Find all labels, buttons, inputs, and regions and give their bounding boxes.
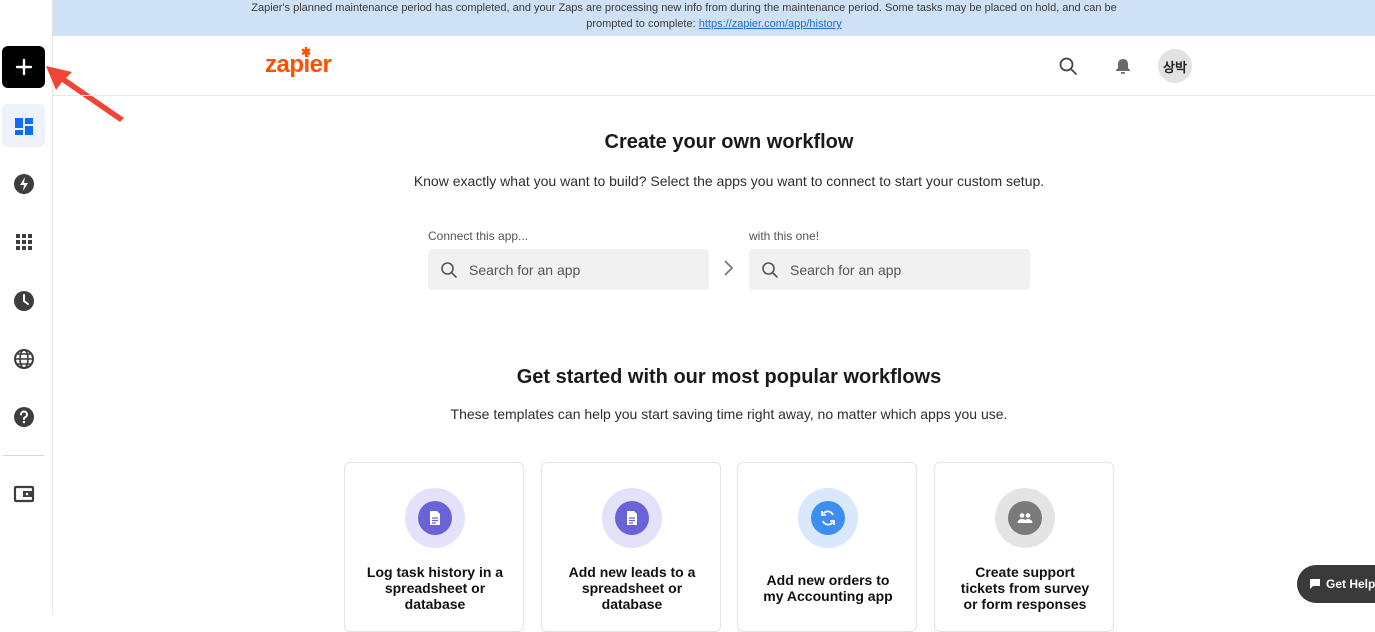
create-button[interactable] [2, 46, 45, 88]
plus-icon [15, 58, 32, 76]
document-icon [627, 511, 637, 525]
sidebar-item-billing[interactable] [2, 472, 45, 515]
search-icon [441, 261, 457, 278]
search-icon [1059, 57, 1077, 75]
dashboard-icon [14, 117, 33, 135]
card-title: Add new orders to my Accounting app [763, 572, 893, 604]
popular-title: Get started with our most popular workfl… [516, 366, 942, 388]
template-card[interactable]: Add new orders to my Accounting app [737, 462, 917, 632]
top-bar: zapier ✱ 상박 [53, 36, 1375, 96]
workflow-title: Create your own workflow [604, 131, 854, 153]
logo-text: zapier [265, 51, 332, 78]
chat-icon [1310, 579, 1320, 589]
search-icon [762, 261, 778, 278]
with-app-label: with this one! [749, 229, 820, 243]
logo-asterisk-icon: ✱ [301, 45, 311, 59]
sidebar-item-dashboard[interactable] [2, 104, 45, 147]
sidebar [0, 0, 53, 615]
maintenance-banner: Zapier's planned maintenance period has … [53, 0, 1375, 36]
sidebar-item-zaps[interactable] [2, 162, 45, 205]
help-icon [13, 406, 34, 427]
search-button[interactable] [1055, 53, 1081, 79]
first-app-search-input[interactable]: Search for an app [428, 249, 709, 290]
get-help-button[interactable]: Get Help [1297, 565, 1375, 603]
sync-icon [821, 510, 835, 526]
apps-grid-icon [15, 233, 32, 250]
banner-text: Zapier's planned maintenance period has … [251, 2, 1117, 14]
popular-subtitle: These templates can help you start savin… [450, 406, 1008, 422]
sidebar-item-history[interactable] [2, 279, 45, 322]
chevron-right-icon [724, 260, 734, 276]
card-icon-circle [602, 488, 662, 548]
card-title: Log task history in a spreadsheet or dat… [366, 564, 504, 612]
connect-app-label: Connect this app... [428, 229, 529, 243]
avatar[interactable]: 상박 [1158, 49, 1192, 83]
bell-icon [1116, 59, 1130, 74]
card-title: Add new leads to a spreadsheet or databa… [568, 564, 696, 612]
history-link[interactable]: https://zapier.com/app/history [699, 18, 842, 30]
history-clock-icon [13, 290, 34, 311]
template-card[interactable]: Log task history in a spreadsheet or dat… [344, 462, 524, 632]
workflow-subtitle: Know exactly what you want to build? Sel… [413, 173, 1045, 189]
second-app-search-input[interactable]: Search for an app [749, 249, 1030, 290]
document-icon [430, 511, 440, 525]
sidebar-divider [3, 455, 44, 456]
zap-icon [13, 173, 34, 194]
sidebar-item-help[interactable] [2, 395, 45, 438]
notifications-button[interactable] [1110, 53, 1136, 79]
card-icon-circle [798, 488, 858, 548]
wallet-icon [13, 485, 34, 502]
banner-text-2: prompted to complete: [586, 18, 696, 30]
card-icon-circle [995, 488, 1055, 548]
sidebar-item-apps[interactable] [2, 220, 45, 263]
get-help-label: Get Help [1326, 577, 1375, 591]
card-title: Create support tickets from survey or fo… [960, 564, 1090, 612]
template-card[interactable]: Create support tickets from survey or fo… [934, 462, 1114, 632]
search-placeholder: Search for an app [469, 261, 581, 278]
globe-icon [13, 348, 34, 369]
people-icon [1017, 513, 1033, 523]
zapier-logo[interactable]: zapier ✱ [265, 45, 332, 79]
search-placeholder: Search for an app [790, 261, 902, 278]
card-icon-circle [405, 488, 465, 548]
template-card[interactable]: Add new leads to a spreadsheet or databa… [541, 462, 721, 632]
sidebar-item-explore[interactable] [2, 337, 45, 380]
